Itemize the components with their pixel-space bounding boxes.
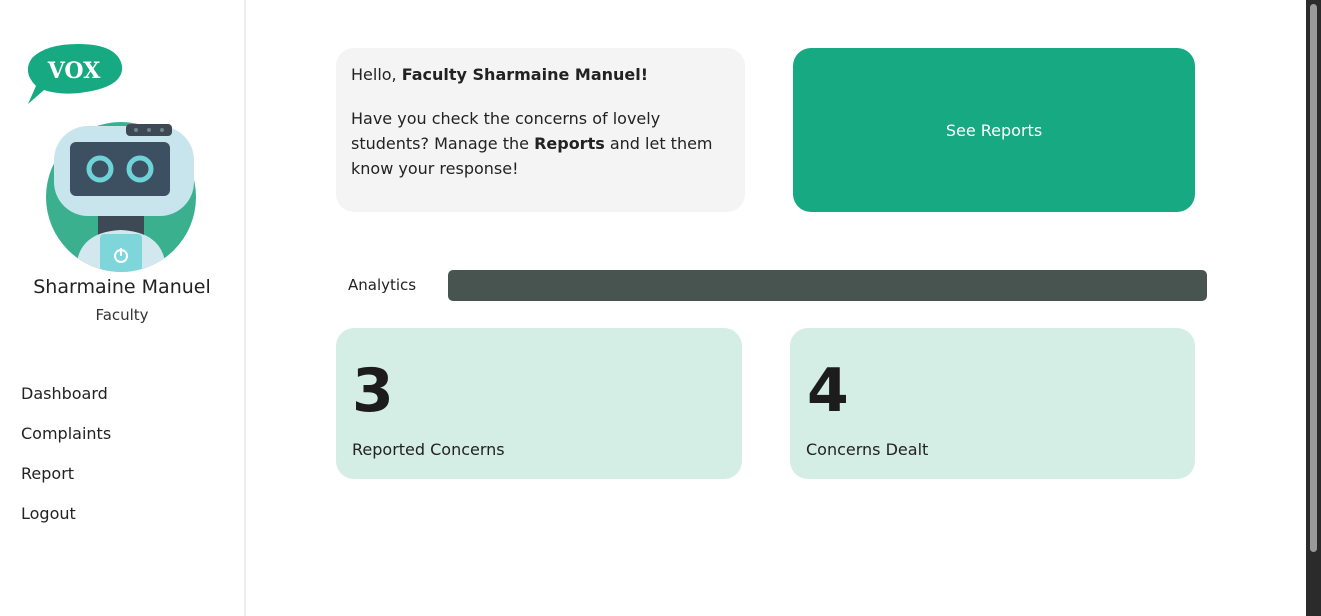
nav-item-logout[interactable]: Logout [21, 504, 111, 544]
nav-item-dashboard[interactable]: Dashboard [21, 384, 111, 424]
nav-item-complaints[interactable]: Complaints [21, 424, 111, 464]
scrollbar[interactable] [1306, 0, 1321, 616]
logo-text: VOX [47, 58, 101, 84]
user-role: Faculty [95, 306, 149, 324]
stat-card-dealt: 4 Concerns Dealt [790, 328, 1195, 479]
sidebar: VOX Sharmaine Manuel Faculty Dashboard C… [0, 0, 246, 616]
robot-avatar [46, 122, 196, 272]
nav-item-report[interactable]: Report [21, 464, 111, 504]
stat-value: 3 [352, 356, 394, 426]
stat-label: Reported Concerns [352, 440, 505, 459]
sidebar-nav: Dashboard Complaints Report Logout [21, 384, 111, 544]
greeting-name: Faculty Sharmaine Manuel! [401, 65, 649, 84]
stat-label: Concerns Dealt [806, 440, 929, 459]
vox-logo: VOX [27, 44, 123, 104]
greeting-message: Have you check the concerns of lovely st… [351, 106, 730, 181]
scrollbar-thumb[interactable] [1310, 4, 1317, 552]
app: VOX Sharmaine Manuel Faculty Dashboard C… [0, 0, 1321, 616]
greeting-hello: Hello, Faculty Sharmaine Manuel! [351, 64, 730, 86]
stat-value: 4 [807, 356, 849, 426]
analytics-label: Analytics [348, 276, 417, 294]
analytics-bar [448, 270, 1207, 301]
greeting-card: Hello, Faculty Sharmaine Manuel! Have yo… [336, 48, 745, 212]
user-name: Sharmaine Manuel [33, 276, 211, 298]
see-reports-button[interactable]: See Reports [793, 48, 1195, 212]
greeting-prefix: Hello, [351, 65, 402, 84]
greeting-msg-bold: Reports [534, 134, 605, 153]
stat-card-reported: 3 Reported Concerns [336, 328, 742, 479]
